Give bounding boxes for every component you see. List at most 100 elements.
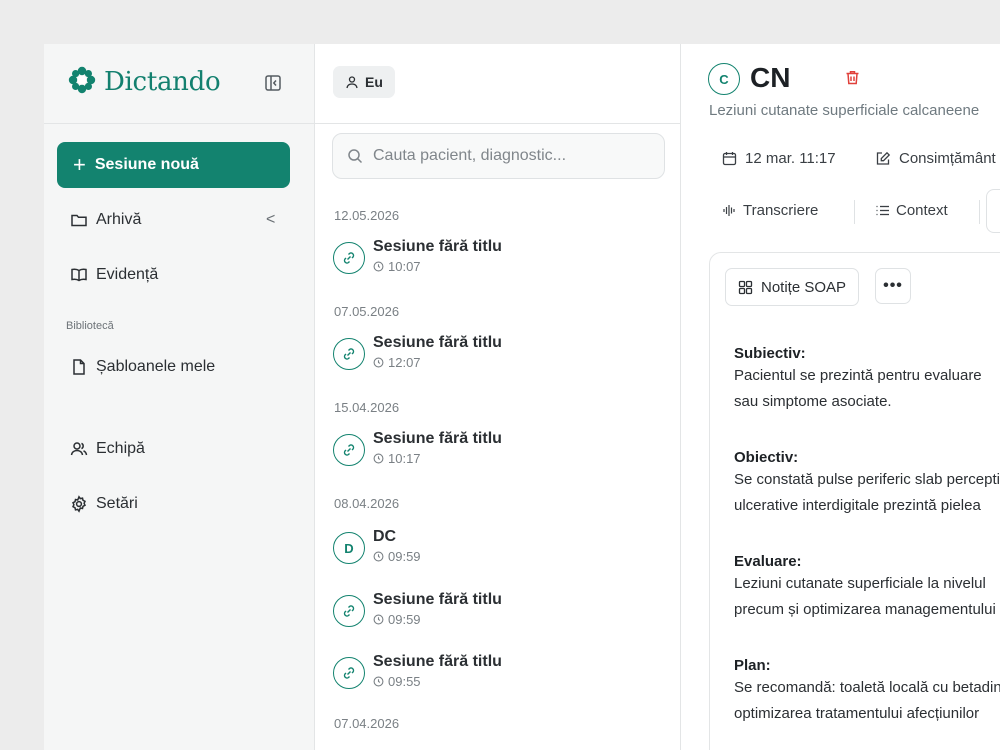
session-detail-panel: C CN Leziuni cutanate superficiale calca… <box>681 44 1000 750</box>
divider <box>44 123 315 124</box>
calendar-icon <box>722 152 737 166</box>
trash-icon[interactable] <box>844 69 861 86</box>
file-icon <box>73 359 85 375</box>
session-time: 09:59 <box>373 549 421 564</box>
session-time: 10:17 <box>373 451 421 466</box>
folder-icon <box>71 214 87 227</box>
session-item[interactable]: D DC 09:59 <box>333 528 663 576</box>
search-input[interactable] <box>373 147 653 165</box>
session-item[interactable]: Sesiune fără titlu 10:17 <box>333 430 663 478</box>
clock-icon <box>373 676 384 687</box>
gear-icon <box>72 495 86 513</box>
session-item[interactable]: Sesiune fără titlu 10:07 <box>333 238 663 286</box>
soap-text: optimizarea tratamentului afecțiunilor <box>734 705 980 722</box>
patient-name: CN <box>750 62 791 93</box>
clock-icon <box>373 261 384 272</box>
library-section-label: Bibliotecă <box>66 320 114 332</box>
diagnosis-subtitle: Leziuni cutanate superficiale calcaneene <box>709 102 980 119</box>
sidebar-item-settings[interactable]: Setări <box>70 492 138 516</box>
soap-text: sau simptome asociate. <box>734 393 892 410</box>
new-session-button[interactable]: + Sesiune nouă <box>57 142 290 188</box>
session-time: 09:59 <box>373 612 421 627</box>
app-window: Dictando + Sesiune nouă Arhivă < Evidenț… <box>44 44 1000 750</box>
edit-icon <box>876 151 891 165</box>
tab-label: Transcriere <box>743 202 819 219</box>
link-icon <box>333 242 365 274</box>
chevron-left-icon[interactable]: < <box>266 211 275 229</box>
tab-label: Context <box>896 202 948 219</box>
patient-avatar: C <box>708 63 740 95</box>
tab-separator <box>854 200 855 224</box>
brand[interactable]: Dictando <box>66 64 221 101</box>
session-title: Sesiune fără titlu <box>373 591 502 608</box>
session-item[interactable]: Sesiune fără titlu 12:07 <box>333 334 663 382</box>
session-time-value: 10:07 <box>388 259 421 274</box>
soap-notes-card: Notițe SOAP ••• Subiectiv: Pacientul se … <box>709 252 1000 750</box>
owner-filter-chip[interactable]: Eu <box>333 66 395 98</box>
users-icon <box>70 442 88 456</box>
soap-heading: Obiectiv: <box>734 449 799 466</box>
search-icon <box>348 149 363 164</box>
link-icon <box>333 657 365 689</box>
session-time: 12:07 <box>373 355 421 370</box>
date-group-header: 08.04.2026 <box>334 496 400 511</box>
clock-icon <box>373 357 384 368</box>
tab-separator <box>979 200 980 224</box>
sidebar-item-label: Echipă <box>96 440 145 457</box>
list-icon <box>876 205 889 216</box>
date-group-header: 12.05.2026 <box>334 208 400 223</box>
sidebar-item-label: Evidență <box>96 266 159 283</box>
session-title: Sesiune fără titlu <box>373 238 502 255</box>
soap-subjective: Subiectiv: Pacientul se prezintă pentru … <box>734 345 1000 415</box>
sidebar-item-templates[interactable]: Șabloanele mele <box>70 355 215 379</box>
divider <box>315 123 681 124</box>
soap-heading: Plan: <box>734 657 771 674</box>
brand-name: Dictando <box>104 67 221 97</box>
plus-icon: + <box>73 152 86 177</box>
sidebar-item-label: Șabloanele mele <box>96 358 216 375</box>
clock-icon <box>373 551 384 562</box>
session-title: DC <box>373 528 397 545</box>
owner-filter-label: Eu <box>365 74 383 90</box>
sidebar: Dictando + Sesiune nouă Arhivă < Evidenț… <box>44 44 315 750</box>
user-icon <box>346 76 358 89</box>
soap-plan: Plan: Se recomandă: toaletă locală cu be… <box>734 657 1000 727</box>
soap-notes-button[interactable]: Notițe SOAP <box>725 268 860 306</box>
session-item[interactable]: Sesiune fără titlu 09:55 <box>333 653 663 701</box>
date-group-header: 07.05.2026 <box>334 304 400 319</box>
sidebar-item-archive[interactable]: Arhivă <box>70 208 141 232</box>
waveform-icon <box>723 205 735 216</box>
session-date: 12 mar. 11:17 <box>722 150 836 167</box>
collapse-sidebar-icon[interactable] <box>264 74 282 92</box>
sidebar-item-label: Arhivă <box>96 211 142 228</box>
more-options-button[interactable]: ••• <box>875 268 911 304</box>
soap-text: precum și optimizarea managementului <box>734 601 996 618</box>
soap-text: Se recomandă: toaletă locală cu betadină <box>734 679 1000 696</box>
tab-context[interactable]: Context <box>875 202 948 219</box>
clock-icon <box>373 614 384 625</box>
tab-more-partial[interactable] <box>986 189 1000 233</box>
session-title: Sesiune fără titlu <box>373 430 502 447</box>
date-group-header: 07.04.2026 <box>334 716 400 731</box>
link-icon <box>333 338 365 370</box>
soap-assessment: Evaluare: Leziuni cutanate superficiale … <box>734 553 1000 623</box>
link-icon <box>333 434 365 466</box>
date-group-header: 15.04.2026 <box>334 400 400 415</box>
sidebar-item-records[interactable]: Evidență <box>70 263 158 287</box>
soap-notes-label: Notițe SOAP <box>761 278 847 296</box>
session-time-value: 12:07 <box>388 355 421 370</box>
session-time: 10:07 <box>373 259 421 274</box>
clock-icon <box>373 453 384 464</box>
session-title: Sesiune fără titlu <box>373 653 502 670</box>
tab-transcription[interactable]: Transcriere <box>722 202 818 219</box>
session-time-value: 09:55 <box>388 674 421 689</box>
session-time-value: 09:59 <box>388 549 421 564</box>
session-time: 09:55 <box>373 674 421 689</box>
session-item[interactable]: Sesiune fără titlu 09:59 <box>333 591 663 639</box>
session-time-value: 10:17 <box>388 451 421 466</box>
search-box[interactable] <box>332 133 665 179</box>
sidebar-item-team[interactable]: Echipă <box>70 437 145 461</box>
logo-icon <box>66 64 98 101</box>
consent-link[interactable]: Consimțământ <box>876 150 996 167</box>
session-title: Sesiune fără titlu <box>373 334 502 351</box>
